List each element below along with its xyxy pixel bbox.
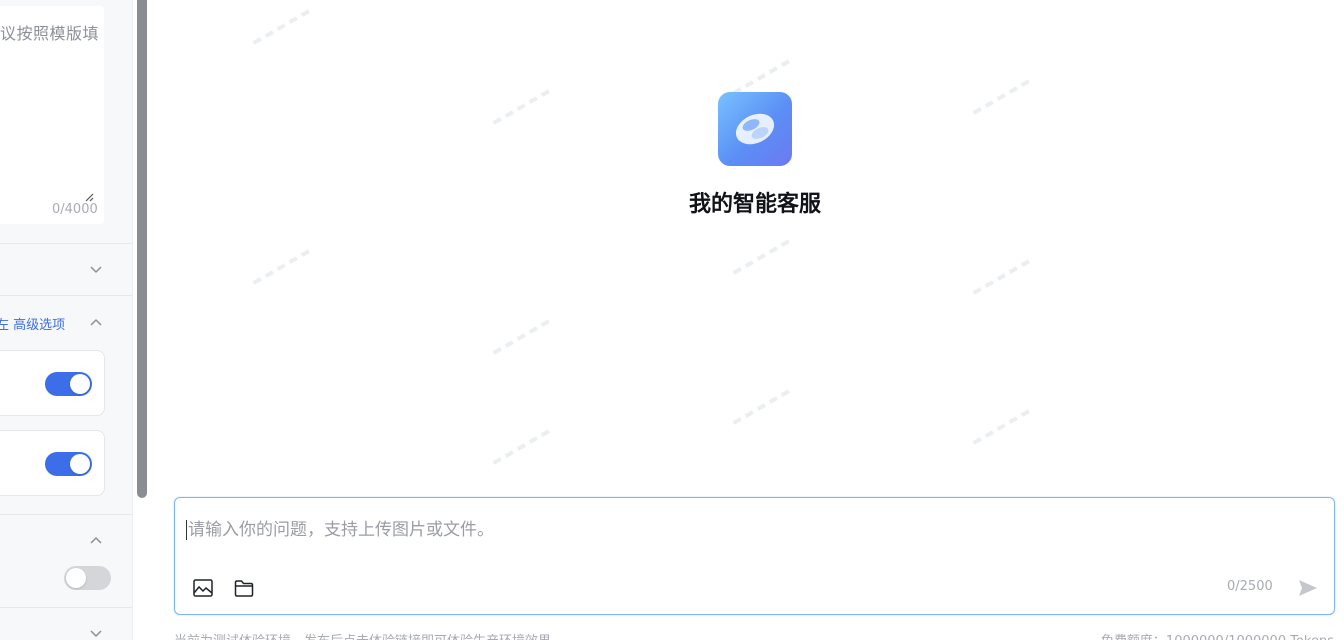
watermark: ▬ ▬ ▬ ▬ ▬ [969, 404, 1033, 449]
token-quota: 免费额度：1000000/1000000 Tokens [1101, 630, 1334, 640]
app-window: 议按照模版填 0/4000 左 高级选项 [0, 0, 1344, 640]
config-panel: 议按照模版填 0/4000 左 高级选项 [0, 0, 133, 640]
send-icon[interactable] [1296, 576, 1320, 600]
panel-scrollbar[interactable] [137, 0, 147, 498]
upload-image-button[interactable] [190, 575, 216, 601]
input-char-count: 0/2500 [1227, 579, 1273, 594]
toggle-knob [66, 568, 86, 588]
chevron-down-icon[interactable] [89, 626, 103, 640]
bot-logo-mark [735, 113, 775, 145]
advanced-link-label: 高级选项 [13, 318, 66, 333]
environment-note: 当前为测试体验环境，发布后点击体验链接即可体验生产环境效果 [174, 630, 551, 640]
option-card [0, 350, 105, 416]
chat-input[interactable] [188, 515, 1088, 545]
chat-input-box[interactable]: 0/2500 [174, 497, 1335, 615]
bot-name: 我的智能客服 [688, 192, 821, 217]
divider [0, 514, 132, 515]
text-caret [186, 520, 187, 540]
prompt-text: 议按照模版填 [0, 24, 100, 43]
image-icon [193, 579, 213, 597]
watermark: ▬ ▬ ▬ ▬ ▬ [489, 424, 553, 469]
folder-icon [234, 579, 254, 597]
advanced-options-link[interactable]: 左 高级选项 [0, 314, 65, 333]
toggle-knob [70, 454, 90, 474]
watermark: ▬ ▬ ▬ ▬ ▬ [249, 4, 313, 49]
chevron-up-icon[interactable] [89, 534, 103, 548]
prompt-textarea[interactable]: 议按照模版填 0/4000 [0, 6, 104, 224]
watermark: ▬ ▬ ▬ ▬ ▬ [249, 244, 313, 289]
divider [0, 243, 132, 244]
divider [0, 607, 132, 608]
divider [0, 295, 132, 296]
watermark: ▬ ▬ ▬ ▬ ▬ [729, 384, 793, 429]
chat-area: ▬ ▬ ▬ ▬ ▬ ▬ ▬ ▬ ▬ ▬ ▬ ▬ ▬ ▬ ▬ ▬ ▬ ▬ ▬ ▬ … [148, 0, 1344, 640]
toggle-knob [70, 374, 90, 394]
option-toggle[interactable] [45, 372, 92, 396]
watermark: ▬ ▬ ▬ ▬ ▬ [969, 74, 1033, 119]
option-toggle[interactable] [64, 566, 111, 590]
advanced-link-prefix: 左 [0, 318, 9, 333]
bot-logo [718, 92, 792, 166]
prompt-char-count: 0/4000 [52, 202, 98, 217]
resize-handle-icon[interactable] [84, 192, 94, 202]
option-card [0, 430, 105, 496]
chevron-up-icon[interactable] [89, 316, 103, 330]
watermark: ▬ ▬ ▬ ▬ ▬ [489, 84, 553, 129]
watermark: ▬ ▬ ▬ ▬ ▬ [969, 254, 1033, 299]
upload-file-button[interactable] [231, 575, 257, 601]
option-toggle[interactable] [45, 452, 92, 476]
watermark: ▬ ▬ ▬ ▬ ▬ [489, 314, 553, 359]
chevron-down-icon[interactable] [89, 262, 103, 276]
watermark: ▬ ▬ ▬ ▬ ▬ [729, 234, 793, 279]
